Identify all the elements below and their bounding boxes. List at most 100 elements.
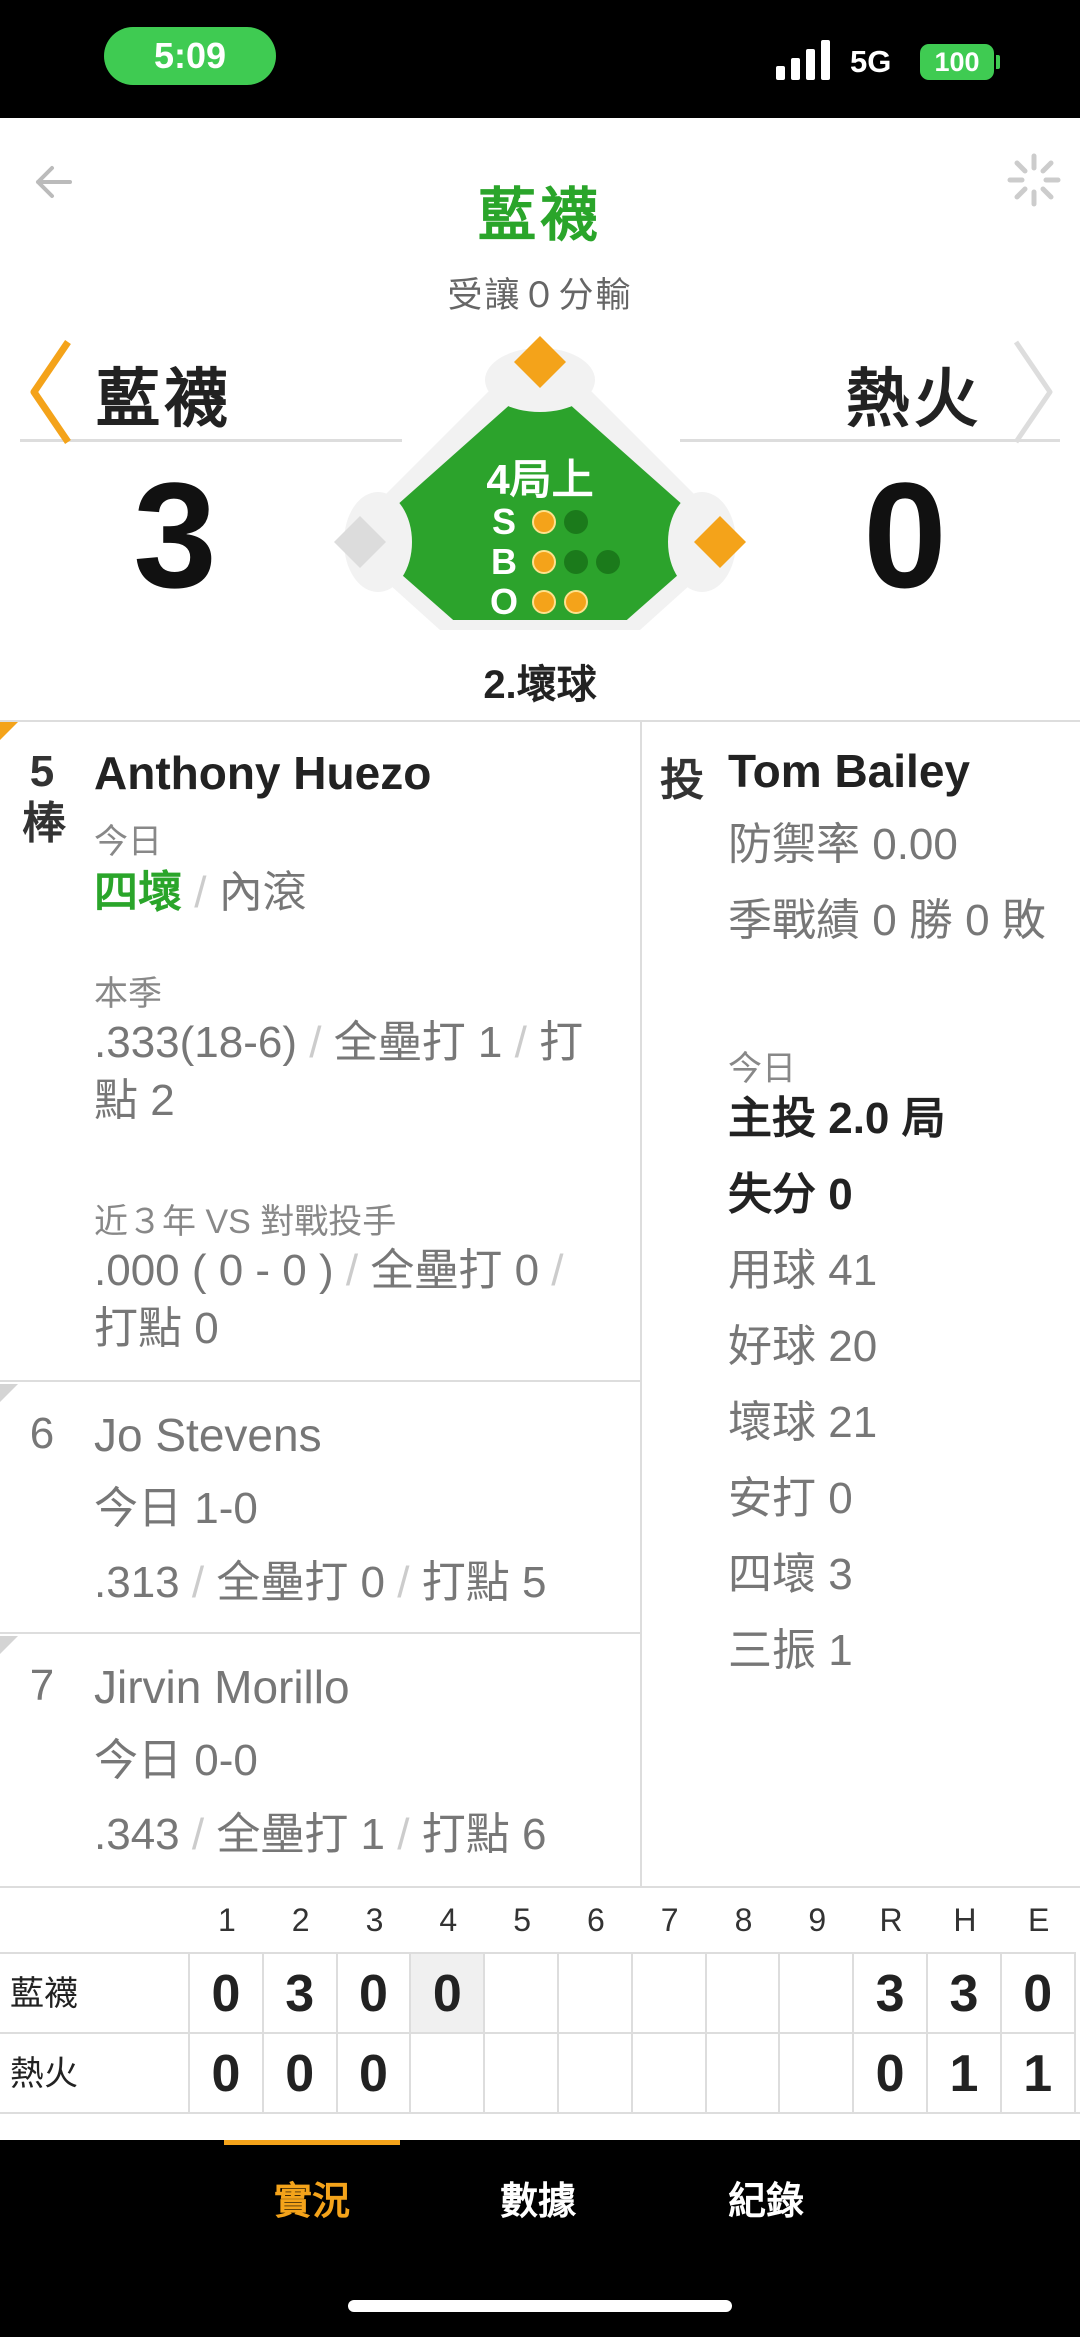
- batting-order-number: 7: [29, 1661, 55, 1710]
- linescore-inning-cell: [632, 2032, 707, 2112]
- pitcher-runs: 失分 0: [728, 1170, 853, 1219]
- season-label: 本季: [94, 975, 162, 1013]
- strike-count: S: [484, 501, 588, 542]
- away-team-name: 藍襪: [96, 363, 232, 435]
- vs-pitcher-label: 近３年 VS 對戰投手: [94, 1203, 397, 1241]
- linescore-header: H: [953, 1902, 977, 1938]
- linescore-header: 4: [439, 1902, 458, 1938]
- linescore-inning-cell: 0: [337, 2032, 412, 2112]
- pitcher-pitches: 用球 41: [728, 1246, 878, 1295]
- linescore-total-cell: 3: [928, 1952, 1002, 2032]
- current-batter[interactable]: 5 棒 Anthony Huezo 今日 四壞 / 內滾 本季 .333(18-…: [0, 722, 642, 1382]
- linescore-header: 8: [734, 1902, 753, 1938]
- home-score: 0: [863, 451, 947, 619]
- linescore-total-cell: 1: [928, 2032, 1002, 2112]
- network-type: 5G: [850, 44, 892, 79]
- strike-dot: [532, 510, 556, 534]
- pitcher-innings: 主投 2.0 局: [728, 1094, 946, 1143]
- linescore-inning-cell: [485, 2032, 559, 2112]
- linescore-inning-cell: 0: [337, 1952, 412, 2032]
- batter-name: Jo Stevens: [94, 1409, 322, 1461]
- home-indicator[interactable]: [348, 2300, 732, 2312]
- linescore-header: 7: [660, 1902, 679, 1938]
- last-pitch-call: 2.壞球: [483, 663, 597, 707]
- season-hr: 全壘打 0: [216, 1558, 386, 1607]
- battery-tip: [996, 55, 1000, 69]
- matchup-panels: 5 棒 Anthony Huezo 今日 四壞 / 內滾 本季 .333(18-…: [0, 720, 1080, 1887]
- batter-name: Anthony Huezo: [94, 747, 432, 799]
- season-avg: .313: [94, 1558, 180, 1607]
- linescore-team-name: 熱火: [0, 2032, 190, 2112]
- ball-count: B: [484, 541, 620, 582]
- linescore-header: 1: [218, 1902, 236, 1938]
- vs-hr: 全壘打 0: [370, 1246, 540, 1295]
- linescore-total-cell: 0: [1001, 1952, 1076, 2032]
- pitcher-walks: 四壞 3: [728, 1550, 853, 1599]
- pitcher-record: 季戰績 0 勝 0 敗: [728, 896, 1046, 945]
- linescore-table: 1 2 3 4 5 6 7 8 9 R H E 藍襪 0 3 0 0 3 3 0 熱火 0 0 0 0 1 1: [0, 1886, 1080, 2114]
- pitcher-strikeouts: 三振 1: [728, 1626, 853, 1675]
- linescore-inning-cell: [485, 1952, 559, 2032]
- tab-stats[interactable]: 數據: [448, 2170, 628, 2225]
- batter-marker: [0, 1384, 18, 1402]
- strike-dot: [564, 510, 588, 534]
- on-deck-batter[interactable]: 6 Jo Stevens 今日 1-0 .313 / 全壘打 0 / 打點 5: [0, 1384, 642, 1634]
- linescore-total-cell: 1: [1001, 2032, 1076, 2112]
- status-bar: 5:09 5G 100: [0, 0, 1080, 118]
- tab-live[interactable]: 實況: [222, 2170, 402, 2225]
- out-label: O: [489, 581, 518, 622]
- batting-order-suffix: 棒: [22, 799, 66, 848]
- today-result-2: 內滾: [218, 868, 307, 917]
- today-stats: 今日 1-0: [94, 1484, 258, 1533]
- season-rbi: 打點 6: [421, 1810, 547, 1859]
- pitcher-panel[interactable]: 投 Tom Bailey 防禦率 0.00 季戰績 0 勝 0 敗 今日 主投 …: [644, 722, 1080, 1887]
- ball-dot: [532, 550, 556, 574]
- active-tab-indicator: [224, 2140, 400, 2145]
- ball-dot: [564, 550, 588, 574]
- chevron-left-icon[interactable]: [24, 336, 80, 446]
- status-time: 5:09: [104, 27, 276, 85]
- linescore-total-cell: 3: [854, 1952, 928, 2032]
- linescore-inning-cell: [706, 1952, 781, 2032]
- today-results: 四壞 / 內滾: [94, 868, 307, 917]
- loading-spinner-icon: [1007, 153, 1061, 207]
- linescore-inning-cell: [559, 1952, 633, 2032]
- strike-label: S: [491, 501, 516, 542]
- batting-order-number: 6: [29, 1409, 55, 1458]
- away-score: 3: [133, 451, 217, 619]
- batting-order-number: 5: [29, 747, 55, 796]
- season-hr: 全壘打 1: [333, 1018, 503, 1067]
- vs-avg: .000 ( 0 - 0 ): [94, 1246, 334, 1295]
- linescore-inning-cell: 0: [190, 2032, 264, 2112]
- chevron-right-icon[interactable]: [1004, 336, 1060, 446]
- linescore-inning-cell: [706, 2032, 781, 2112]
- season-stats: .343 / 全壘打 1 / 打點 6: [94, 1810, 547, 1859]
- pitcher-balls: 壞球 21: [728, 1398, 878, 1447]
- linescore-inning-cell: 0: [263, 2032, 338, 2112]
- linescore-header: E: [1028, 1902, 1050, 1938]
- out-count: O: [484, 581, 588, 622]
- page-title: 藍襪: [477, 183, 602, 248]
- linescore-inning-cell: 0: [411, 1952, 486, 2032]
- linescore-inning-cell: 0: [190, 1952, 264, 2032]
- linescore-header: R: [879, 1902, 903, 1938]
- linescore-header: 9: [808, 1902, 827, 1938]
- pitcher-hits: 安打 0: [728, 1474, 853, 1523]
- linescore-inning-cell: [559, 2032, 633, 2112]
- today-stats: 今日 0-0: [94, 1736, 258, 1785]
- handicap-result: 受讓０分輸: [447, 276, 633, 315]
- pitcher-tag: 投: [660, 756, 704, 805]
- today-label: 今日: [94, 823, 162, 861]
- season-hr: 全壘打 1: [216, 1810, 386, 1859]
- vs-pitcher-stats: .000 ( 0 - 0 ) / 全壘打 0 / 打點 0: [94, 1246, 564, 1353]
- tab-records[interactable]: 紀錄: [676, 2170, 856, 2225]
- vs-rbi: 打點 0: [94, 1304, 219, 1353]
- pitcher-strikes: 好球 20: [728, 1322, 878, 1371]
- linescore-team-name: 藍襪: [0, 1952, 190, 2032]
- in-the-hole-batter[interactable]: 7 Jirvin Morillo 今日 0-0 .343 / 全壘打 1 / 打…: [0, 1636, 642, 1887]
- batting-order: 5 棒: [22, 746, 66, 850]
- batter-marker: [0, 1636, 18, 1654]
- linescore-header: 2: [291, 1902, 310, 1938]
- inning-indicator: 4局上: [486, 456, 594, 503]
- pitcher-name: Tom Bailey: [728, 745, 970, 797]
